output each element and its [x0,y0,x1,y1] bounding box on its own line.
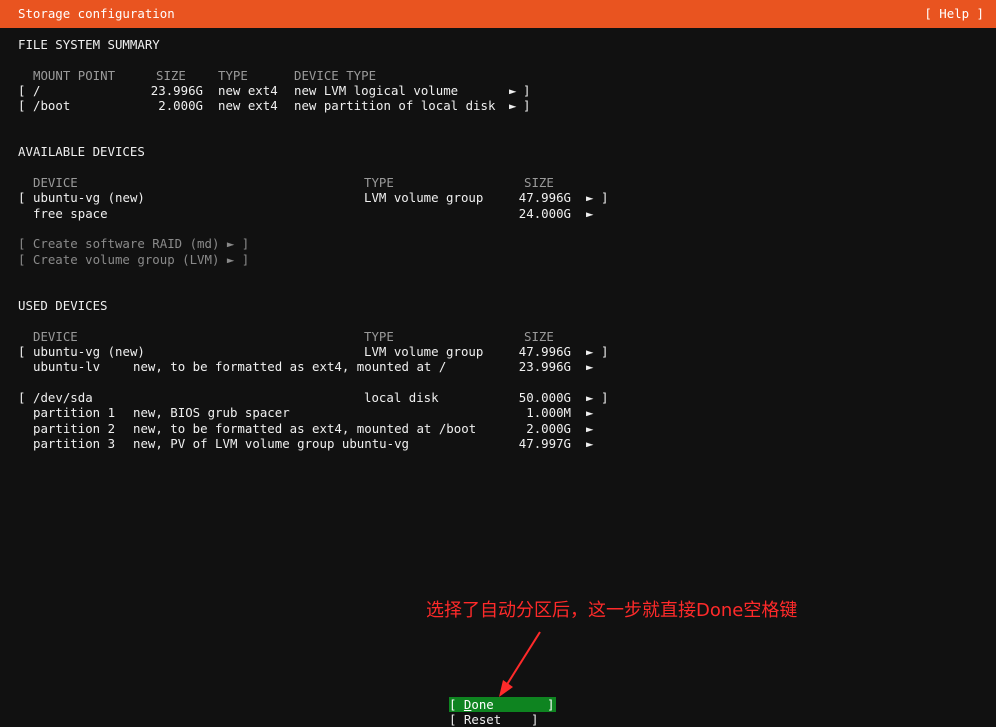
available-row-ubuntu-vg[interactable]: [ ubuntu-vg (new) LVM volume group 47.99… [18,190,608,206]
row-bracket: [ [18,83,26,99]
row-action-arrow[interactable]: ► [586,390,593,405]
reset-button[interactable]: [ Reset ] [449,712,556,727]
col-size: SIZE [524,328,554,344]
mount-point: / [33,83,41,99]
col-size: SIZE [156,67,186,83]
device-type: LVM volume group [364,190,484,206]
done-bracket-close: ] [547,697,555,712]
device-size: 23.996G [518,359,571,375]
device-detail: new, BIOS grub spacer [133,405,290,421]
row-bracket-close: ] [523,83,531,99]
done-label: one [471,697,494,712]
available-row-free-space[interactable]: free space 24.000G ► [18,205,593,221]
available-header-row: DEVICE TYPE SIZE [18,175,554,191]
device-size: 47.996G [518,343,571,359]
col-type: TYPE [218,67,248,83]
used-row-dev-sda[interactable]: [ /dev/sda local disk 50.000G ► ] [18,389,608,405]
device-size: 24.000G [518,205,571,221]
annotation-text: 选择了自动分区后，这一步就直接Done空格键 [426,600,798,621]
col-device-type: DEVICE TYPE [294,67,377,83]
row-action-arrow[interactable]: ► [586,190,593,205]
used-row-partition-3[interactable]: partition 3 new, PV of LVM volume group … [18,435,593,451]
used-row-partition-2[interactable]: partition 2 new, to be formatted as ext4… [18,420,593,436]
row-bracket-close: ] [601,389,609,405]
row-action-arrow[interactable]: ► [586,359,593,374]
mount-size: 2.000G [158,98,203,114]
row-bracket-close: ] [601,190,609,206]
device-size: 1.000M [526,405,571,421]
used-row-ubuntu-lv[interactable]: ubuntu-lv new, to be formatted as ext4, … [18,359,593,375]
fs-row-root[interactable]: [ / 23.996G new ext4 new LVM logical vol… [18,83,530,99]
row-action-arrow[interactable]: ► [586,344,593,359]
used-row-ubuntu-vg[interactable]: [ ubuntu-vg (new) LVM volume group 47.99… [18,343,608,359]
fs-row-boot[interactable]: [ /boot 2.000G new ext4 new partition of… [18,98,530,114]
fs-type: new ext4 [218,83,278,99]
device-detail: new, PV of LVM volume group ubuntu-vg [133,435,410,451]
device-name: ubuntu-lv [33,359,101,375]
row-action-arrow[interactable]: ► [509,98,516,113]
row-bracket-close: ] [601,343,609,359]
device-name: /dev/sda [33,389,93,405]
fs-type: new ext4 [218,98,278,114]
used-header-row: DEVICE TYPE SIZE [18,328,554,344]
storage-screen: FILE SYSTEM SUMMARY MOUNT POINT SIZE TYP… [18,37,608,451]
device-type: LVM volume group [364,343,484,359]
fs-summary-header-row: MOUNT POINT SIZE TYPE DEVICE TYPE [18,67,376,83]
device-name: ubuntu-vg (new) [33,190,145,206]
device-size: 47.996G [518,190,571,206]
device-size: 2.000G [526,420,571,436]
row-bracket: [ [18,389,26,405]
window-title: Storage configuration [18,6,175,21]
row-action-arrow[interactable]: ► [586,405,593,420]
used-row-partition-1[interactable]: partition 1 new, BIOS grub spacer 1.000M… [18,405,593,421]
col-mount-point: MOUNT POINT [33,67,116,83]
mount-point: /boot [33,98,71,114]
device-type: new partition of local disk [294,98,496,114]
row-bracket-close: ] [523,98,531,114]
row-action-arrow[interactable]: ► [586,436,593,451]
device-type: new LVM logical volume [294,83,459,99]
device-size: 50.000G [518,389,571,405]
create-raid-button[interactable]: [ Create software RAID (md) ► ] [18,236,249,251]
used-devices-heading: USED DEVICES [18,297,108,313]
device-name: partition 3 [33,435,116,451]
title-bar: Storage configuration [ Help ] [0,0,996,28]
done-bracket: [ [449,697,464,712]
row-bracket: [ [18,98,26,114]
device-name: ubuntu-vg (new) [33,343,145,359]
available-devices-heading: AVAILABLE DEVICES [18,144,145,160]
row-action-arrow[interactable]: ► [509,83,516,98]
col-device: DEVICE [33,175,78,191]
row-bracket: [ [18,190,26,206]
fs-summary-heading: FILE SYSTEM SUMMARY [18,37,160,52]
col-size: SIZE [524,175,554,191]
row-action-arrow[interactable]: ► [586,206,593,221]
device-size: 47.997G [518,435,571,451]
mount-size: 23.996G [150,83,203,99]
row-action-arrow[interactable]: ► [586,421,593,436]
col-type: TYPE [364,175,394,191]
done-button[interactable]: [ Done] [449,697,556,712]
device-detail: new, to be formatted as ext4, mounted at… [133,359,447,375]
row-bracket: [ [18,343,26,359]
device-name: free space [33,205,108,221]
create-volume-group-button[interactable]: [ Create volume group (LVM) ► ] [18,252,249,267]
help-button[interactable]: [ Help ] [924,6,984,21]
device-name: partition 2 [33,420,116,436]
device-detail: new, to be formatted as ext4, mounted at… [133,420,477,436]
col-device: DEVICE [33,328,78,344]
device-type: local disk [364,389,439,405]
col-type: TYPE [364,328,394,344]
device-name: partition 1 [33,405,116,421]
